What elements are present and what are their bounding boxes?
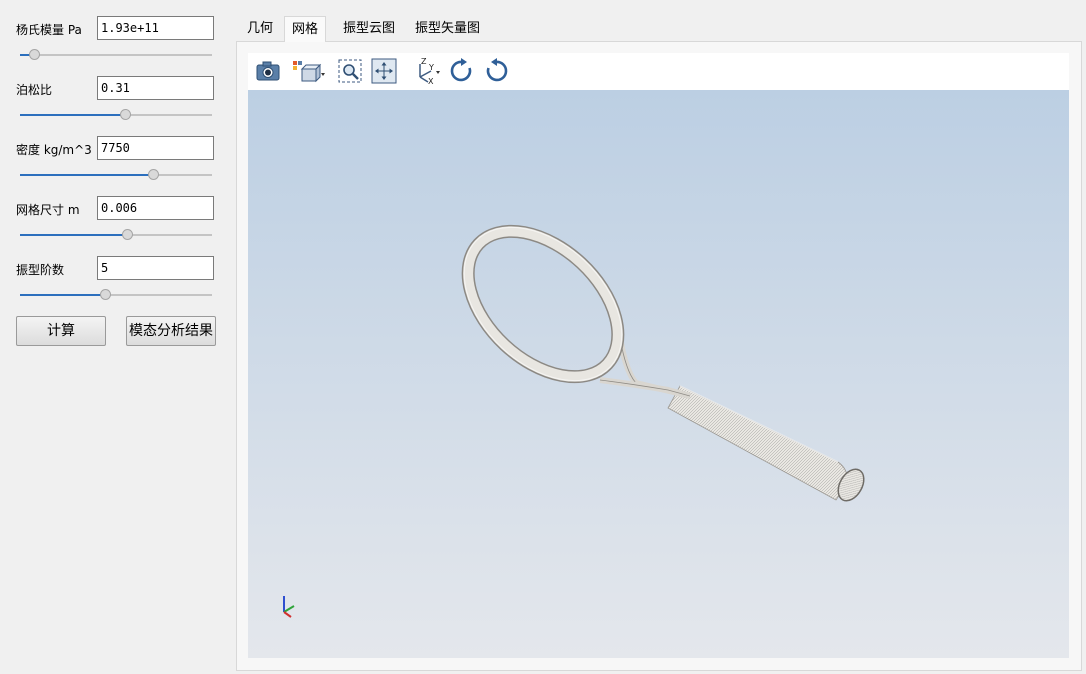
mode-order-input[interactable] (97, 256, 214, 280)
slider-fill (20, 114, 126, 116)
youngs-modulus-slider[interactable] (20, 48, 212, 62)
tab-mode-vector[interactable]: 振型矢量图 (408, 16, 487, 42)
fit-view-icon[interactable] (370, 57, 398, 85)
slider-handle[interactable] (119, 109, 131, 120)
svg-text:Z: Z (421, 57, 427, 66)
mode-order-slider[interactable] (20, 288, 212, 302)
slider-handle[interactable] (100, 289, 112, 300)
zoom-box-icon[interactable] (336, 57, 364, 85)
rotate-clockwise-icon[interactable] (448, 57, 476, 85)
slider-fill (20, 234, 128, 236)
mesh-size-label: 网格尺寸 m (16, 203, 80, 217)
orientation-axes-triad (283, 596, 295, 618)
mesh-size-slider[interactable] (20, 228, 212, 242)
tab-mode-contour[interactable]: 振型云图 (336, 16, 402, 42)
3d-viewport[interactable] (248, 90, 1069, 658)
density-slider[interactable] (20, 168, 212, 182)
svg-text:Y: Y (428, 63, 434, 72)
tab-geometry[interactable]: 几何 (240, 16, 280, 42)
youngs-modulus-input[interactable] (97, 16, 214, 40)
poisson-ratio-input[interactable] (97, 76, 214, 100)
poisson-ratio-slider[interactable] (20, 108, 212, 122)
rotate-counterclockwise-icon[interactable] (482, 57, 510, 85)
tennis-racket-mesh-model (283, 224, 865, 618)
view-cube-icon[interactable] (290, 57, 326, 85)
tab-mesh[interactable]: 网格 (284, 16, 327, 42)
svg-text:X: X (428, 77, 434, 85)
slider-handle[interactable] (148, 169, 160, 180)
modal-result-button[interactable]: 模态分析结果 (126, 316, 216, 346)
slider-fill (20, 294, 107, 296)
mesh-size-input[interactable] (97, 196, 214, 220)
camera-icon[interactable] (254, 57, 282, 85)
compute-button[interactable]: 计算 (16, 316, 106, 346)
mode-order-label: 振型阶数 (16, 263, 65, 277)
youngs-modulus-label: 杨氏模量 Pa (16, 23, 82, 37)
viewer-toolbar: Z Y X (248, 53, 1069, 90)
slider-handle[interactable] (121, 229, 133, 240)
slider-track (20, 54, 212, 56)
slider-fill (20, 174, 155, 176)
axes-orientation-icon[interactable]: Z Y X (412, 57, 444, 85)
density-label: 密度 kg/m^3 (16, 143, 92, 157)
slider-handle[interactable] (29, 49, 41, 60)
density-input[interactable] (97, 136, 214, 160)
poisson-ratio-label: 泊松比 (16, 83, 53, 97)
